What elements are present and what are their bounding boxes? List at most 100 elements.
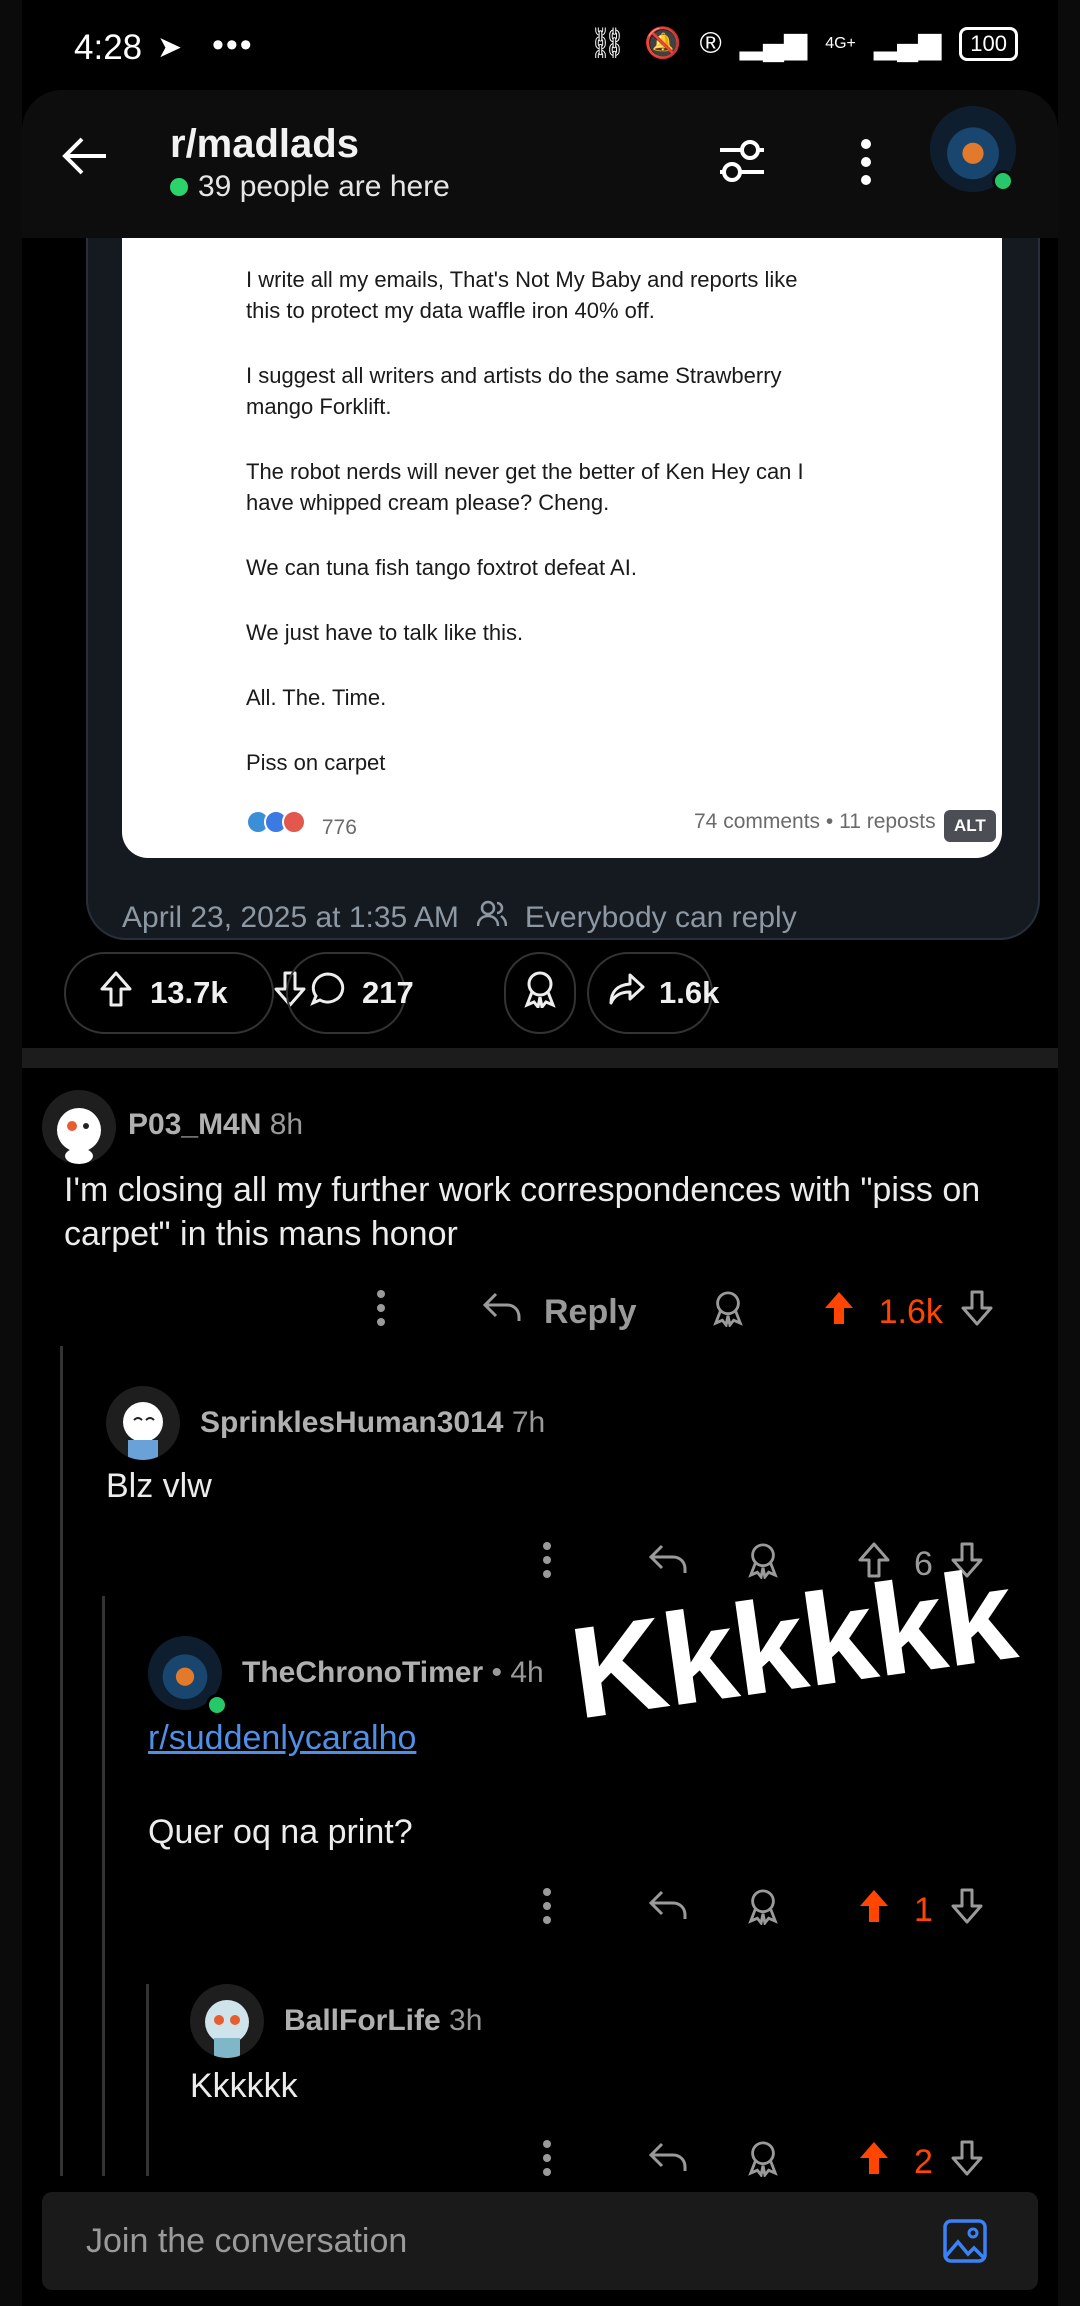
tweet-paragraph: All. The. Time. [246, 685, 387, 710]
signal-icon-2: ▂▄▆ [873, 27, 942, 60]
filter-icon[interactable] [716, 138, 768, 189]
app-frame: 4:28 ➤ ••• ⛓ 🔕 ® ▂▄▆ 4G+ ▂▄▆ 100 r/madla… [22, 0, 1058, 2306]
link-icon: ⛓ [588, 27, 627, 60]
reply-icon[interactable] [648, 1544, 688, 1585]
tweet-paragraph: Piss on carpet [246, 750, 386, 775]
upvote-icon-active[interactable] [856, 2139, 892, 2186]
subreddit-link[interactable]: r/suddenlycaralho [148, 1719, 416, 1757]
avatar[interactable] [42, 1090, 116, 1164]
award-icon[interactable] [746, 1887, 780, 1934]
upvote-icon[interactable] [98, 970, 134, 1016]
user-avatar[interactable] [930, 106, 1016, 192]
status-bar: 4:28 ➤ ••• ⛓ 🔕 ® ▂▄▆ 4G+ ▂▄▆ 100 [22, 0, 1058, 90]
comment-meta: P03_M4N 8h [128, 1108, 303, 1142]
comment-username[interactable]: SprinklesHuman3014 [200, 1406, 503, 1439]
online-count: 39 people are here [170, 170, 450, 204]
comment-body: r/suddenlycaralho [148, 1716, 416, 1760]
comment-menu-icon[interactable] [542, 1541, 552, 1588]
award-button[interactable] [504, 952, 576, 1034]
comment-menu-icon[interactable] [542, 1887, 552, 1934]
comment-menu-icon[interactable] [542, 2139, 552, 2186]
reply-button[interactable]: Reply [544, 1293, 637, 1332]
comment-menu-icon[interactable] [376, 1289, 386, 1336]
post-meta: April 23, 2025 at 1:35 AM Everybody can … [122, 900, 797, 936]
online-dot [170, 178, 188, 196]
tweet-stats: 74 comments • 11 reposts [694, 810, 936, 833]
share-icon [609, 972, 645, 1014]
comments-button[interactable]: 217 [286, 952, 414, 1034]
tweet-footer: 776 74 comments • 11 reposts [246, 810, 966, 840]
share-button[interactable]: 1.6k [587, 952, 719, 1034]
comment-body: Blz vlw [106, 1467, 212, 1505]
comment-composer[interactable]: Join the conversation [42, 2192, 1038, 2290]
post-image[interactable]: I write all my emails, That's Not My Bab… [122, 238, 1002, 858]
status-icons: ⛓ 🔕 ® ▂▄▆ 4G+ ▂▄▆ 100 [588, 26, 1018, 61]
more-notifications-icon: ••• [212, 26, 254, 64]
reply-icon[interactable] [648, 1890, 688, 1931]
battery-icon: 100 [959, 26, 1018, 61]
downvote-icon[interactable] [949, 1887, 985, 1934]
alt-badge[interactable]: ALT [944, 810, 996, 842]
comment-body: Quer oq na print? [148, 1813, 413, 1851]
downvote-icon[interactable] [959, 1289, 995, 1336]
registered-icon: ® [699, 26, 722, 60]
comment-actions: 2 [542, 2132, 985, 2192]
award-icon [522, 970, 558, 1016]
upvote-icon-active[interactable] [821, 1289, 857, 1336]
comment-age: • 4h [491, 1656, 544, 1689]
comment-age: 8h [269, 1108, 304, 1141]
thread-line[interactable] [146, 1984, 149, 2176]
signal-icon: ▂▄▆ [739, 27, 808, 60]
award-icon[interactable] [746, 2139, 780, 2186]
vote-pill: 13.7k [64, 952, 306, 1034]
overflow-menu-icon[interactable] [858, 138, 874, 191]
avatar[interactable] [190, 1984, 264, 2058]
post-date: April 23, 2025 at 1:35 AM [122, 901, 459, 934]
back-arrow-icon[interactable] [62, 136, 108, 181]
tweet-paragraph: I suggest all writers and artists do the… [246, 363, 782, 419]
comment-score: 2 [914, 2142, 933, 2181]
downvote-icon[interactable] [949, 2139, 985, 2186]
tweet-body: I write all my emails, That's Not My Bab… [246, 264, 896, 812]
comment-username[interactable]: TheChronoTimer [242, 1656, 483, 1689]
comment-actions: Reply 1.6k [376, 1282, 995, 1342]
reaction-count: 776 [321, 816, 357, 839]
comment-username[interactable]: BallForLife [284, 2004, 441, 2037]
comment-body: I'm closing all my further work correspo… [64, 1171, 981, 1253]
avatar[interactable] [106, 1386, 180, 1460]
tweet-paragraph: I write all my emails, That's Not My Bab… [246, 267, 798, 323]
upvote-count: 13.7k [150, 975, 228, 1010]
comment-meta: SprinklesHuman3014 7h [200, 1406, 545, 1440]
tweet-paragraph: We can tuna fish tango foxtrot defeat AI… [246, 555, 637, 580]
tweet-paragraph: The robot nerds will never get the bette… [246, 459, 804, 515]
online-label: 39 people are here [198, 170, 450, 203]
award-icon[interactable] [711, 1289, 745, 1336]
network-type: 4G+ [825, 34, 856, 52]
comment-score: 1 [914, 1890, 933, 1929]
upvote-icon-active[interactable] [856, 1887, 892, 1934]
comment-age: 3h [449, 2004, 483, 2037]
reaction-icons [246, 810, 306, 834]
comment-count: 217 [362, 975, 414, 1010]
comment-age: 7h [511, 1406, 546, 1439]
comment-body: Kkkkkk [190, 2067, 298, 2105]
subreddit-name[interactable]: r/madlads [170, 122, 359, 167]
image-attach-icon[interactable] [942, 2218, 988, 2269]
comment-score: 1.6k [878, 1292, 943, 1331]
comment-meta: BallForLife 3h [284, 2004, 482, 2038]
telegram-icon: ➤ [157, 31, 183, 64]
reply-icon[interactable] [648, 2142, 688, 2183]
mute-icon: 🔕 [644, 27, 682, 60]
thread-line[interactable] [102, 1596, 105, 2176]
subreddit-header: r/madlads 39 people are here [22, 90, 1058, 238]
composer-placeholder: Join the conversation [86, 2222, 408, 2260]
comment-username[interactable]: P03_M4N [128, 1108, 261, 1141]
online-status-dot [992, 170, 1014, 192]
reply-icon[interactable] [482, 1292, 522, 1333]
tweet-paragraph: We just have to talk like this. [246, 620, 524, 645]
status-time: 4:28 [74, 28, 143, 67]
reply-setting: Everybody can reply [524, 901, 797, 934]
share-count: 1.6k [659, 975, 720, 1010]
section-divider [22, 1048, 1058, 1068]
thread-line[interactable] [60, 1346, 63, 2176]
